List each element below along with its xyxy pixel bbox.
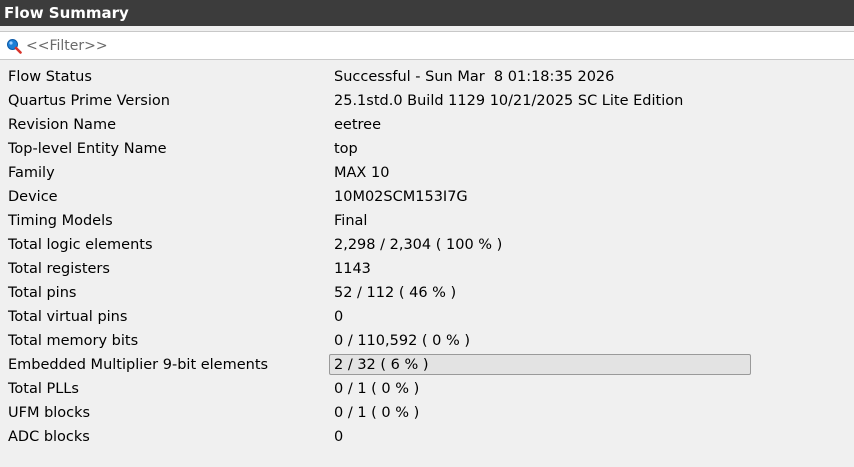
row-value: eetree (334, 117, 382, 133)
table-row[interactable]: Revision Name eetree (0, 113, 854, 137)
table-row[interactable]: UFM blocks 0 / 1 ( 0 % ) (0, 401, 854, 425)
row-value: Final (334, 213, 368, 229)
row-key: Flow Status (8, 69, 92, 85)
row-value: MAX 10 (334, 165, 390, 181)
row-key: ADC blocks (8, 429, 90, 445)
table-row[interactable]: Total registers 1143 (0, 257, 854, 281)
row-value: 0 (334, 429, 344, 445)
row-key: Timing Models (8, 213, 113, 229)
row-value: 0 / 1 ( 0 % ) (334, 405, 420, 421)
row-value: 0 / 110,592 ( 0 % ) (334, 333, 471, 349)
row-key: Total virtual pins (8, 309, 128, 325)
table-row[interactable]: Total pins 52 / 112 ( 46 % ) (0, 281, 854, 305)
table-row[interactable]: Total PLLs 0 / 1 ( 0 % ) (0, 377, 854, 401)
row-key: Total pins (8, 285, 77, 301)
row-value: Successful - Sun Mar 8 01:18:35 2026 (334, 69, 615, 85)
table-row[interactable]: Flow Status Successful - Sun Mar 8 01:18:… (0, 65, 854, 89)
table-row[interactable]: Device 10M02SCM153I7G (0, 185, 854, 209)
row-value: 0 / 1 ( 0 % ) (334, 381, 420, 397)
search-icon (7, 39, 22, 54)
row-value: 10M02SCM153I7G (334, 189, 468, 205)
table-row[interactable]: Family MAX 10 (0, 161, 854, 185)
row-key: Top-level Entity Name (8, 141, 167, 157)
row-key: Total logic elements (8, 237, 153, 253)
table-row[interactable]: Timing Models Final (0, 209, 854, 233)
row-value: 52 / 112 ( 46 % ) (334, 285, 457, 301)
table-row[interactable]: Quartus Prime Version 25.1std.0 Build 112… (0, 89, 854, 113)
row-key: Family (8, 165, 55, 181)
table-row[interactable]: Embedded Multiplier 9-bit elements 2 / 32… (0, 353, 854, 377)
row-key: Device (8, 189, 58, 205)
table-row[interactable]: Total memory bits 0 / 110,592 ( 0 % ) (0, 329, 854, 353)
summary-table: Flow Status Successful - Sun Mar 8 01:18:… (0, 63, 854, 467)
row-key: Quartus Prime Version (8, 93, 170, 109)
row-value: 0 (334, 309, 344, 325)
panel-titlebar: Flow Summary (0, 0, 854, 26)
row-key: Embedded Multiplier 9-bit elements (8, 357, 269, 373)
table-row[interactable]: ADC blocks 0 (0, 425, 854, 449)
row-value: 2,298 / 2,304 ( 100 % ) (334, 237, 503, 253)
row-value: 25.1std.0 Build 1129 10/21/2025 SC Lite … (334, 93, 684, 109)
panel-title: Flow Summary (4, 4, 129, 22)
row-key: Total registers (8, 261, 110, 277)
flow-summary-panel: Flow Summary Flow Status Successful - Sun… (0, 0, 854, 467)
row-value: 1143 (334, 261, 371, 277)
table-row[interactable]: Total logic elements 2,298 / 2,304 ( 100 … (0, 233, 854, 257)
row-value: top (334, 141, 358, 157)
row-key: Total memory bits (8, 333, 139, 349)
filter-input[interactable] (24, 35, 846, 56)
table-row[interactable]: Total virtual pins 0 (0, 305, 854, 329)
row-key: Total PLLs (8, 381, 79, 397)
row-key: Revision Name (8, 117, 116, 133)
row-key: UFM blocks (8, 405, 91, 421)
filter-bar (0, 31, 854, 60)
row-value: 2 / 32 ( 6 % ) (334, 357, 429, 373)
table-row[interactable]: Top-level Entity Name top (0, 137, 854, 161)
